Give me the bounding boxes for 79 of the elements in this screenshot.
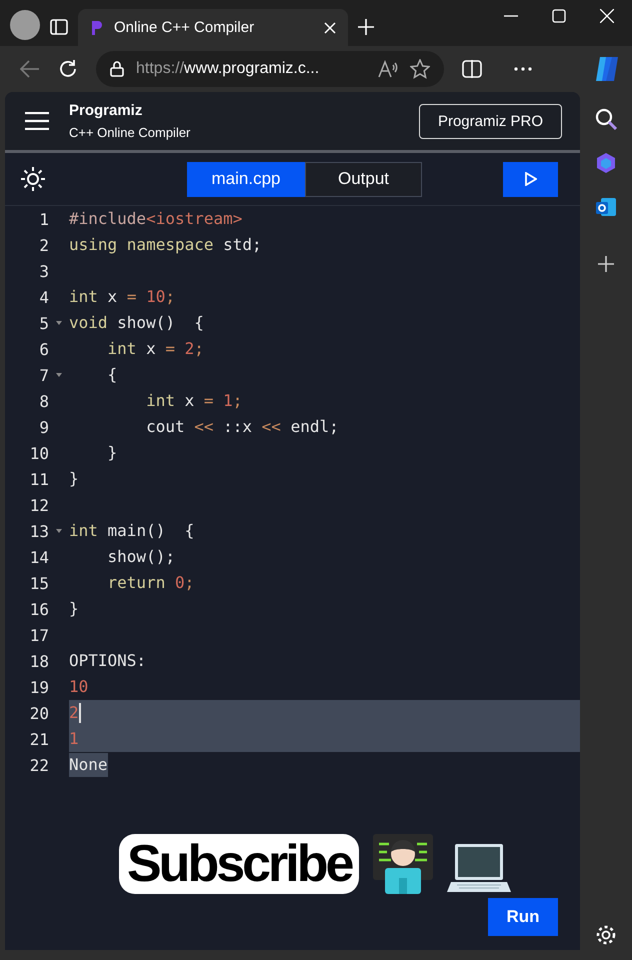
lock-icon	[110, 61, 124, 77]
address-bar[interactable]: https://www.programiz.c...	[96, 51, 444, 87]
star-icon[interactable]	[410, 59, 430, 79]
page-subtitle: C++ Online Compiler	[69, 125, 190, 140]
line-number: 6	[38, 340, 49, 358]
split-screen-icon[interactable]	[462, 60, 482, 78]
line-number: 15	[28, 574, 49, 592]
line-number: 7	[38, 366, 49, 384]
line-number: 21	[28, 730, 49, 748]
code-line: #include<iostream>	[69, 208, 242, 230]
new-tab-icon[interactable]	[358, 19, 374, 35]
code-line: }	[106, 442, 118, 464]
code-line: int x = 1;	[145, 390, 242, 412]
code-line: show();	[106, 546, 175, 568]
code-line: void show() {	[69, 312, 204, 334]
line-number: 1	[38, 210, 49, 228]
url-text: https://www.programiz.c...	[136, 60, 320, 78]
close-icon[interactable]	[324, 22, 336, 34]
code-line: OPTIONS:	[69, 650, 146, 672]
site-logo[interactable]: Programiz	[69, 102, 190, 119]
browser-tab[interactable]: Online C++ Compiler	[78, 9, 348, 46]
fold-caret-icon[interactable]	[56, 321, 62, 325]
line-number: 10	[28, 444, 49, 462]
code-line: 2	[69, 702, 79, 724]
pro-button[interactable]: Programiz PRO	[418, 104, 562, 138]
code-line: 10	[69, 676, 88, 698]
line-number: 8	[38, 392, 49, 410]
line-number: 14	[28, 548, 49, 566]
line-number: 2	[38, 236, 49, 254]
line-number: 13	[28, 522, 49, 540]
read-aloud-icon[interactable]	[378, 60, 398, 78]
tab-title: Online C++ Compiler	[114, 19, 256, 36]
file-tab[interactable]: Output	[305, 162, 422, 196]
line-number: 5	[38, 314, 49, 332]
laptop-icon	[447, 842, 512, 894]
refresh-icon[interactable]	[58, 59, 78, 79]
code-line: {	[106, 364, 118, 386]
person-at-computer-icon	[371, 832, 436, 894]
code-line: int x = 10;	[69, 286, 175, 308]
line-number: 20	[28, 704, 49, 722]
run-button[interactable]	[503, 162, 558, 196]
line-number: 16	[28, 600, 49, 618]
code-line: cout << ::x << endl;	[145, 416, 339, 438]
back-arrow-icon[interactable]	[20, 60, 40, 78]
close-icon[interactable]	[600, 9, 614, 23]
code-line: }	[69, 468, 79, 490]
code-line: int x = 2;	[106, 338, 204, 360]
play-icon	[524, 172, 536, 186]
fold-caret-icon[interactable]	[56, 373, 62, 377]
maximize-icon[interactable]	[552, 9, 566, 23]
code-line: 1	[69, 728, 79, 750]
line-number: 22	[28, 756, 49, 774]
line-number: 17	[28, 626, 49, 644]
line-number: 9	[38, 418, 49, 436]
line-number: 12	[28, 496, 49, 514]
settings-icon[interactable]	[595, 924, 617, 946]
mail-app-icon[interactable]	[595, 196, 617, 218]
line-number: 19	[28, 678, 49, 696]
line-number: 18	[28, 652, 49, 670]
search-icon[interactable]	[595, 108, 617, 130]
code-line: return 0;	[106, 572, 194, 594]
run-button[interactable]: Run	[488, 898, 558, 936]
line-number: 11	[28, 470, 49, 488]
line-number: 4	[38, 288, 49, 306]
more-icon[interactable]	[514, 67, 532, 71]
menu-icon[interactable]	[25, 112, 49, 130]
code-line: }	[69, 598, 79, 620]
code-line: using namespace std;	[69, 234, 262, 256]
fold-caret-icon[interactable]	[56, 529, 62, 533]
line-number: 3	[38, 262, 49, 280]
theme-toggle-icon[interactable]	[21, 167, 45, 191]
copilot-icon[interactable]	[595, 152, 617, 174]
subscribe-text: Subscribe	[119, 834, 360, 894]
profile-avatar[interactable]	[10, 10, 40, 40]
add-icon[interactable]	[598, 256, 614, 272]
code-line: int main() {	[69, 520, 194, 542]
tab-actions-icon[interactable]	[50, 18, 68, 36]
site-logo-icon	[90, 20, 102, 36]
file-tab[interactable]: main.cpp	[187, 162, 305, 196]
